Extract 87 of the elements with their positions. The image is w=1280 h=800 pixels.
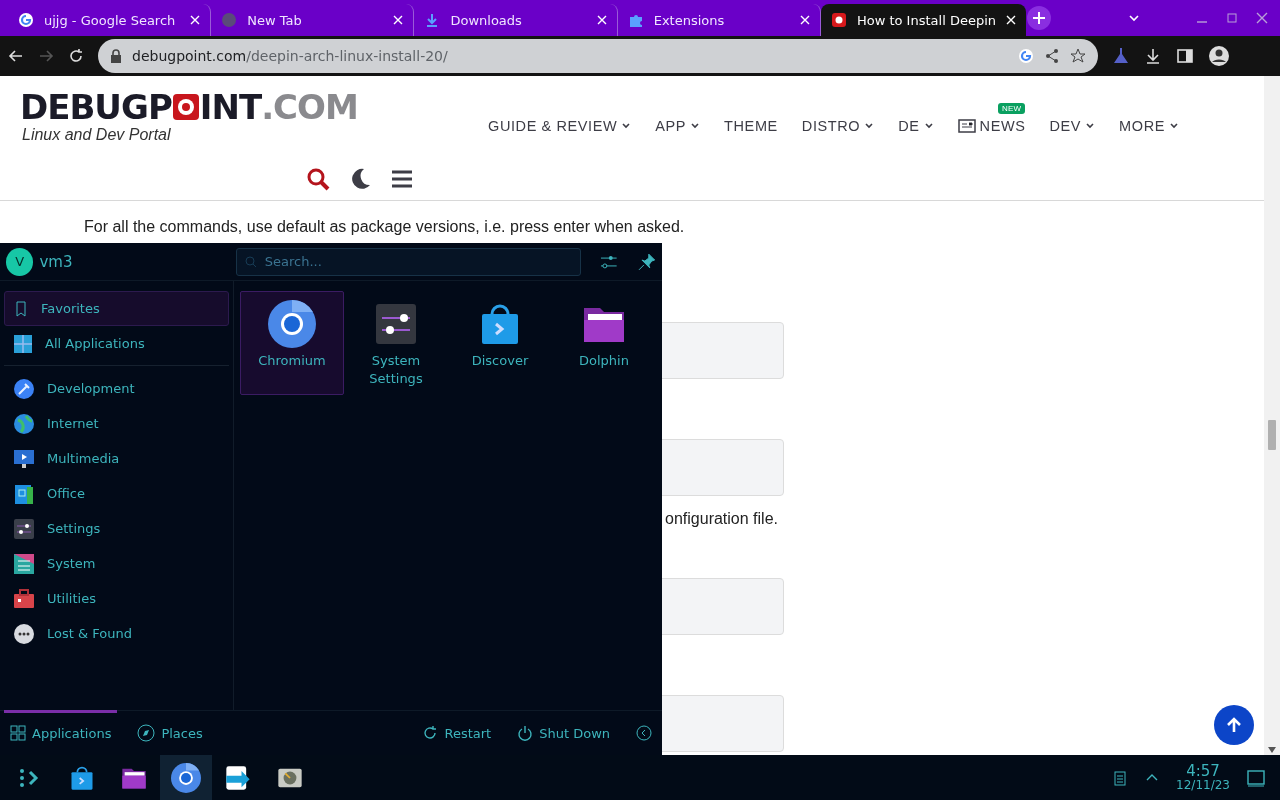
toolbox-icon <box>13 587 35 610</box>
nav-link[interactable]: MORE <box>1119 118 1179 134</box>
star-icon[interactable] <box>1070 48 1086 64</box>
app-tile[interactable]: System Settings <box>344 291 448 395</box>
pin-icon[interactable] <box>638 252 656 271</box>
back-to-top-button[interactable] <box>1214 705 1254 745</box>
side-panel-icon[interactable] <box>1176 47 1194 65</box>
restart-icon <box>422 725 439 741</box>
app-tile[interactable]: Chromium <box>240 291 344 395</box>
puzzle-icon <box>627 12 644 28</box>
chevron-down-icon <box>1169 121 1179 131</box>
new-tab-icon[interactable] <box>1026 5 1052 31</box>
grid-icon <box>10 725 26 741</box>
collapse-icon[interactable] <box>636 725 652 741</box>
logo-mark-icon <box>171 93 200 121</box>
profile-icon[interactable] <box>1208 45 1230 67</box>
system-icon <box>13 552 35 575</box>
category-item[interactable]: Favorites <box>4 291 229 326</box>
search-field[interactable]: Search... <box>235 247 581 276</box>
google-icon <box>1018 48 1034 64</box>
search-icon[interactable] <box>306 166 330 191</box>
power-icon <box>517 725 534 741</box>
document-icon <box>13 482 35 505</box>
chevron-down-icon <box>1085 121 1096 131</box>
category-item[interactable]: Utilities <box>4 581 229 616</box>
record-icon <box>830 12 847 28</box>
new-badge: NEW <box>997 103 1026 114</box>
compass-icon <box>137 724 156 742</box>
newspaper-icon <box>957 119 976 133</box>
chevron-down-icon[interactable] <box>1128 12 1140 24</box>
google-icon <box>18 12 34 28</box>
category-item[interactable]: Development <box>4 371 229 406</box>
tagline: Linux and Dev Portal <box>22 126 172 144</box>
category-item[interactable]: Settings <box>4 511 229 546</box>
reload-icon[interactable] <box>68 48 84 64</box>
back-icon[interactable] <box>8 48 24 64</box>
scroll-down-icon <box>1268 747 1276 753</box>
clock[interactable]: 4:57 12/11/23 <box>1176 763 1230 792</box>
chevron-down-icon <box>621 121 632 131</box>
chromium-icon <box>171 762 201 793</box>
monitor-icon <box>13 447 35 470</box>
chevron-down-icon <box>864 121 875 131</box>
avatar: V <box>6 247 34 276</box>
show-desktop-icon[interactable] <box>1246 767 1266 788</box>
nav-link[interactable]: DEV <box>1049 118 1096 134</box>
logo-text: INT <box>199 88 262 126</box>
nav-link[interactable]: THEME <box>724 118 778 134</box>
power-action[interactable]: Shut Down <box>517 725 610 741</box>
app-tile[interactable]: Discover <box>448 291 552 395</box>
address-field[interactable]: debugpoint.com/deepin-arch-linux-install-20/ <box>98 39 1098 73</box>
sliders-icon <box>13 517 35 540</box>
category-item[interactable]: Lost & Found <box>4 616 229 651</box>
nav-link[interactable]: DE <box>898 118 934 134</box>
arrow-up-icon <box>1225 716 1243 734</box>
nav-link[interactable]: APP <box>655 118 701 134</box>
power-action[interactable]: Restart <box>422 725 492 741</box>
forward-icon[interactable] <box>38 48 54 64</box>
taskbar-app[interactable] <box>160 755 212 800</box>
chromium-icon <box>268 300 316 348</box>
flask-icon[interactable] <box>1112 47 1130 65</box>
download-icon[interactable] <box>1144 47 1162 65</box>
category-item[interactable]: Internet <box>4 406 229 441</box>
category-item[interactable]: All Applications <box>4 326 229 361</box>
chevron-down-icon <box>923 121 934 131</box>
app-grid-icon <box>13 333 33 354</box>
category-item[interactable]: Office <box>4 476 229 511</box>
bookmark-icon <box>13 300 29 317</box>
maximize-icon[interactable] <box>1226 12 1238 24</box>
category-item[interactable]: System <box>4 546 229 581</box>
app-tile[interactable]: Dolphin <box>552 291 656 395</box>
chevron-down-icon <box>690 121 701 131</box>
category-item[interactable]: Multimedia <box>4 441 229 476</box>
nav-link[interactable]: GUIDE & REVIEW <box>488 118 632 134</box>
logo-text: DEBUGP <box>20 88 172 126</box>
lock-icon <box>110 49 122 63</box>
more-icon <box>13 622 35 645</box>
paragraph: For all the commands, use default as package versions, i.e. press enter when asked. <box>84 217 686 237</box>
clipboard-icon[interactable] <box>1112 769 1129 786</box>
browser-tab[interactable]: How to Install Deepin <box>820 4 1026 36</box>
logo-domain: .COM <box>261 88 358 126</box>
user-name: vm3 <box>39 252 74 271</box>
arrow-app-icon <box>224 763 252 792</box>
scrollbar-thumb[interactable] <box>1268 420 1276 450</box>
nav-link[interactable]: DISTRO <box>801 118 875 134</box>
share-icon[interactable] <box>1044 48 1060 64</box>
search-icon <box>244 255 257 268</box>
hammer-icon <box>13 377 35 400</box>
